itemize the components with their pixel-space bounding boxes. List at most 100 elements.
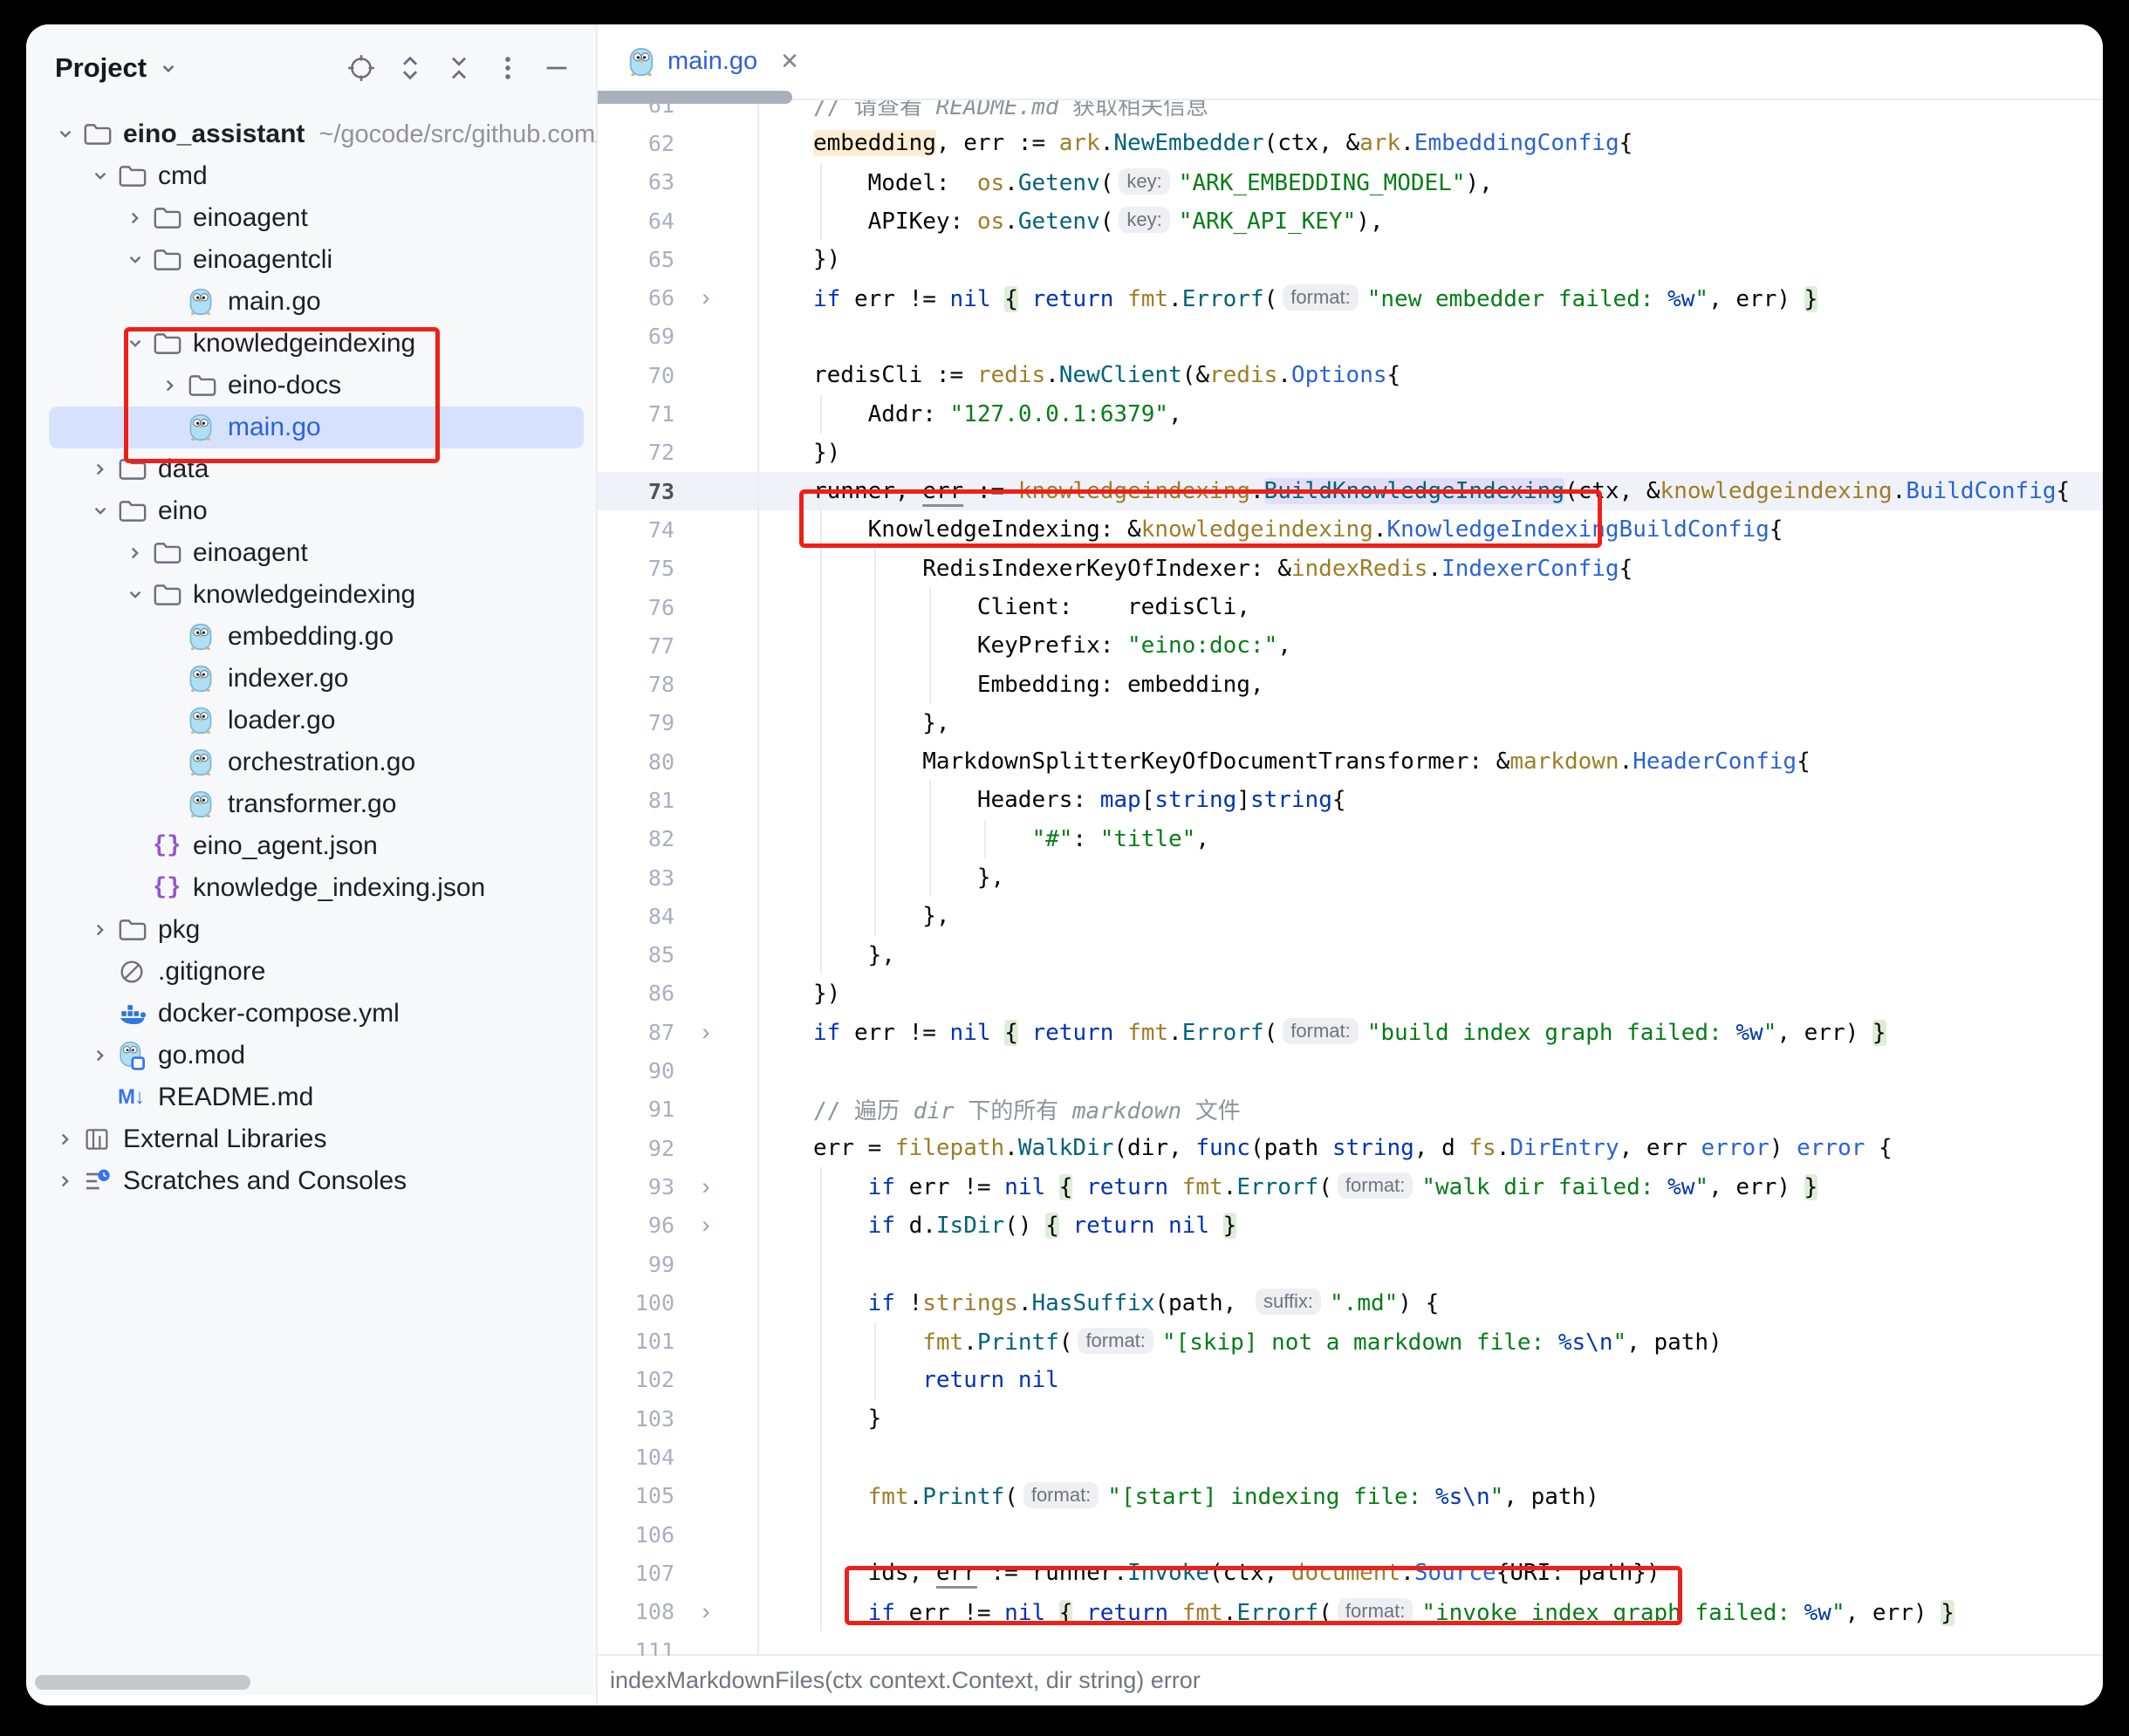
chevron-down-icon[interactable] bbox=[118, 584, 153, 606]
code-line-64[interactable]: 64 APIKey: os.Getenv(key:"ARK_API_KEY"), bbox=[598, 202, 2103, 240]
chevron-right-icon[interactable] bbox=[83, 458, 118, 481]
code-line-87[interactable]: 87›if err != nil { return fmt.Errorf(for… bbox=[598, 1013, 2103, 1051]
code-line-93[interactable]: 93› if err != nil { return fmt.Errorf(fo… bbox=[598, 1167, 2103, 1206]
tree-item-eino-assistant[interactable]: eino_assistant~/gocode/src/github.com/cl bbox=[26, 113, 596, 155]
fold-expand-icon[interactable]: › bbox=[674, 1173, 737, 1200]
tree-item-main-go[interactable]: main.go bbox=[26, 281, 596, 323]
tab-main-go[interactable]: main.go ✕ bbox=[627, 47, 799, 77]
code-line-75[interactable]: 75 RedisIndexerKeyOfIndexer: &indexRedis… bbox=[598, 550, 2103, 588]
code-line-80[interactable]: 80 MarkdownSplitterKeyOfDocumentTransfor… bbox=[598, 742, 2103, 781]
code-line-92[interactable]: 92err = filepath.WalkDir(dir, func(path … bbox=[598, 1129, 2103, 1167]
tree-item-indexer-go[interactable]: indexer.go bbox=[26, 658, 596, 700]
tree-item-cmd[interactable]: cmd bbox=[26, 155, 596, 197]
tree-item-external-libraries[interactable]: External Libraries bbox=[26, 1118, 596, 1160]
chevron-right-icon[interactable] bbox=[83, 919, 118, 941]
tree-item-docker-compose-yml[interactable]: docker-compose.yml bbox=[26, 993, 596, 1035]
chevron-down-icon[interactable] bbox=[83, 500, 118, 523]
hide-panel-icon[interactable] bbox=[542, 53, 572, 83]
code-line-104[interactable]: 104 bbox=[598, 1438, 2103, 1476]
tree-item-data[interactable]: data bbox=[26, 448, 596, 490]
code-line-86[interactable]: 86}) bbox=[598, 974, 2103, 1013]
chevron-right-icon[interactable] bbox=[118, 207, 153, 229]
code-line-69[interactable]: 69 bbox=[598, 318, 2103, 356]
code-line-61[interactable]: 61// 请查看 README.md 获取相关信息 bbox=[598, 100, 2103, 124]
chevron-right-icon[interactable] bbox=[153, 374, 188, 397]
tree-item-scratches-and-consoles[interactable]: Scratches and Consoles bbox=[26, 1160, 596, 1202]
code-line-107[interactable]: 107 ids, err := runner.Invoke(ctx, docum… bbox=[598, 1554, 2103, 1592]
tree-item-eino-docs[interactable]: eino-docs bbox=[26, 365, 596, 407]
code-line-76[interactable]: 76 Client: redisCli, bbox=[598, 588, 2103, 626]
code-line-71[interactable]: 71 Addr: "127.0.0.1:6379", bbox=[598, 394, 2103, 433]
code-line-99[interactable]: 99 bbox=[598, 1245, 2103, 1283]
tab-close-icon[interactable]: ✕ bbox=[780, 48, 799, 75]
fold-expand-icon[interactable]: › bbox=[674, 1212, 737, 1239]
tree-item-orchestration-go[interactable]: orchestration.go bbox=[26, 742, 596, 783]
fold-expand-icon[interactable]: › bbox=[674, 1019, 737, 1046]
tree-item-pkg[interactable]: pkg bbox=[26, 909, 596, 951]
chevron-right-icon[interactable] bbox=[83, 1044, 118, 1067]
tree-item-knowledge-indexing-json[interactable]: {}knowledge_indexing.json bbox=[26, 867, 596, 909]
fold-expand-icon[interactable]: › bbox=[674, 284, 737, 311]
tree-item-eino[interactable]: eino bbox=[26, 490, 596, 532]
chevron-down-icon[interactable] bbox=[48, 123, 83, 146]
chevron-right-icon[interactable] bbox=[48, 1128, 83, 1151]
tree-item-knowledgeindexing[interactable]: knowledgeindexing bbox=[26, 574, 596, 616]
code-line-105[interactable]: 105 fmt.Printf(format:"[start] indexing … bbox=[598, 1477, 2103, 1515]
code-line-106[interactable]: 106 bbox=[598, 1515, 2103, 1554]
sidebar-horizontal-scrollbar[interactable] bbox=[35, 1675, 250, 1690]
code-line-65[interactable]: 65}) bbox=[598, 240, 2103, 278]
tree-item-einoagent[interactable]: einoagent bbox=[26, 532, 596, 574]
code-line-63[interactable]: 63 Model: os.Getenv(key:"ARK_EMBEDDING_M… bbox=[598, 163, 2103, 202]
code-line-77[interactable]: 77 KeyPrefix: "eino:doc:", bbox=[598, 626, 2103, 665]
code-line-72[interactable]: 72}) bbox=[598, 434, 2103, 472]
chevron-right-icon[interactable] bbox=[118, 542, 153, 564]
tree-item-einoagentcli[interactable]: einoagentcli bbox=[26, 239, 596, 281]
code-line-90[interactable]: 90 bbox=[598, 1051, 2103, 1090]
enclosing-function-signature[interactable]: indexMarkdownFiles(ctx context.Context, … bbox=[610, 1667, 1201, 1694]
fold-expand-icon[interactable]: › bbox=[674, 1598, 737, 1625]
code-line-73[interactable]: 73runner, err := knowledgeindexing.Build… bbox=[598, 472, 2103, 510]
tree-item--gitignore[interactable]: .gitignore bbox=[26, 951, 596, 993]
tree-item-main-go[interactable]: main.go bbox=[49, 407, 584, 448]
code-line-96[interactable]: 96› if d.IsDir() { return nil } bbox=[598, 1206, 2103, 1245]
tree-item-loader-go[interactable]: loader.go bbox=[26, 700, 596, 742]
tree-item-go-mod[interactable]: go.mod bbox=[26, 1035, 596, 1076]
code-line-101[interactable]: 101 fmt.Printf(format:"[skip] not a mark… bbox=[598, 1323, 2103, 1361]
code-line-74[interactable]: 74 KnowledgeIndexing: &knowledgeindexing… bbox=[598, 510, 2103, 549]
tree-item-eino-agent-json[interactable]: {}eino_agent.json bbox=[26, 825, 596, 867]
code-line-103[interactable]: 103 } bbox=[598, 1399, 2103, 1438]
expand-all-icon[interactable] bbox=[395, 53, 425, 83]
code-line-62[interactable]: 62embedding, err := ark.NewEmbedder(ctx,… bbox=[598, 124, 2103, 162]
tree-item-embedding-go[interactable]: embedding.go bbox=[26, 616, 596, 658]
code-line-100[interactable]: 100 if !strings.HasSuffix(path, suffix:"… bbox=[598, 1283, 2103, 1322]
code-line-82[interactable]: 82 "#": "title", bbox=[598, 820, 2103, 858]
code-line-91[interactable]: 91// 遍历 dir 下的所有 markdown 文件 bbox=[598, 1090, 2103, 1129]
chevron-down-icon[interactable] bbox=[157, 57, 180, 79]
locate-icon[interactable] bbox=[346, 53, 376, 83]
code-line-78[interactable]: 78 Embedding: embedding, bbox=[598, 665, 2103, 703]
collapse-all-icon[interactable] bbox=[444, 53, 474, 83]
tree-item-transformer-go[interactable]: transformer.go bbox=[26, 783, 596, 825]
code-line-81[interactable]: 81 Headers: map[string]string{ bbox=[598, 781, 2103, 819]
code-line-84[interactable]: 84 }, bbox=[598, 897, 2103, 935]
line-number: 101 bbox=[598, 1329, 674, 1354]
tree-item-readme-md[interactable]: M↓README.md bbox=[26, 1076, 596, 1118]
code-line-102[interactable]: 102 return nil bbox=[598, 1361, 2103, 1399]
more-options-icon[interactable] bbox=[493, 53, 523, 83]
tab-bar-scrollbar[interactable] bbox=[598, 91, 792, 104]
chevron-down-icon[interactable] bbox=[83, 165, 118, 188]
tree-item-einoagent[interactable]: einoagent bbox=[26, 197, 596, 239]
code-line-111[interactable]: 111 bbox=[598, 1631, 2103, 1656]
chevron-down-icon[interactable] bbox=[118, 332, 153, 355]
tree-item-knowledgeindexing[interactable]: knowledgeindexing bbox=[26, 323, 596, 365]
chevron-down-icon[interactable] bbox=[118, 249, 153, 271]
code-line-66[interactable]: 66›if err != nil { return fmt.Errorf(for… bbox=[598, 278, 2103, 317]
code-line-79[interactable]: 79 }, bbox=[598, 704, 2103, 742]
code-line-108[interactable]: 108› if err != nil { return fmt.Errorf(f… bbox=[598, 1593, 2103, 1631]
code-line-83[interactable]: 83 }, bbox=[598, 858, 2103, 897]
code-viewport[interactable]: 61// 请查看 README.md 获取相关信息62embedding, er… bbox=[598, 100, 2103, 1656]
code-line-85[interactable]: 85 }, bbox=[598, 936, 2103, 974]
project-panel-title[interactable]: Project bbox=[55, 52, 147, 84]
chevron-right-icon[interactable] bbox=[48, 1170, 83, 1193]
code-line-70[interactable]: 70redisCli := redis.NewClient(&redis.Opt… bbox=[598, 356, 2103, 394]
